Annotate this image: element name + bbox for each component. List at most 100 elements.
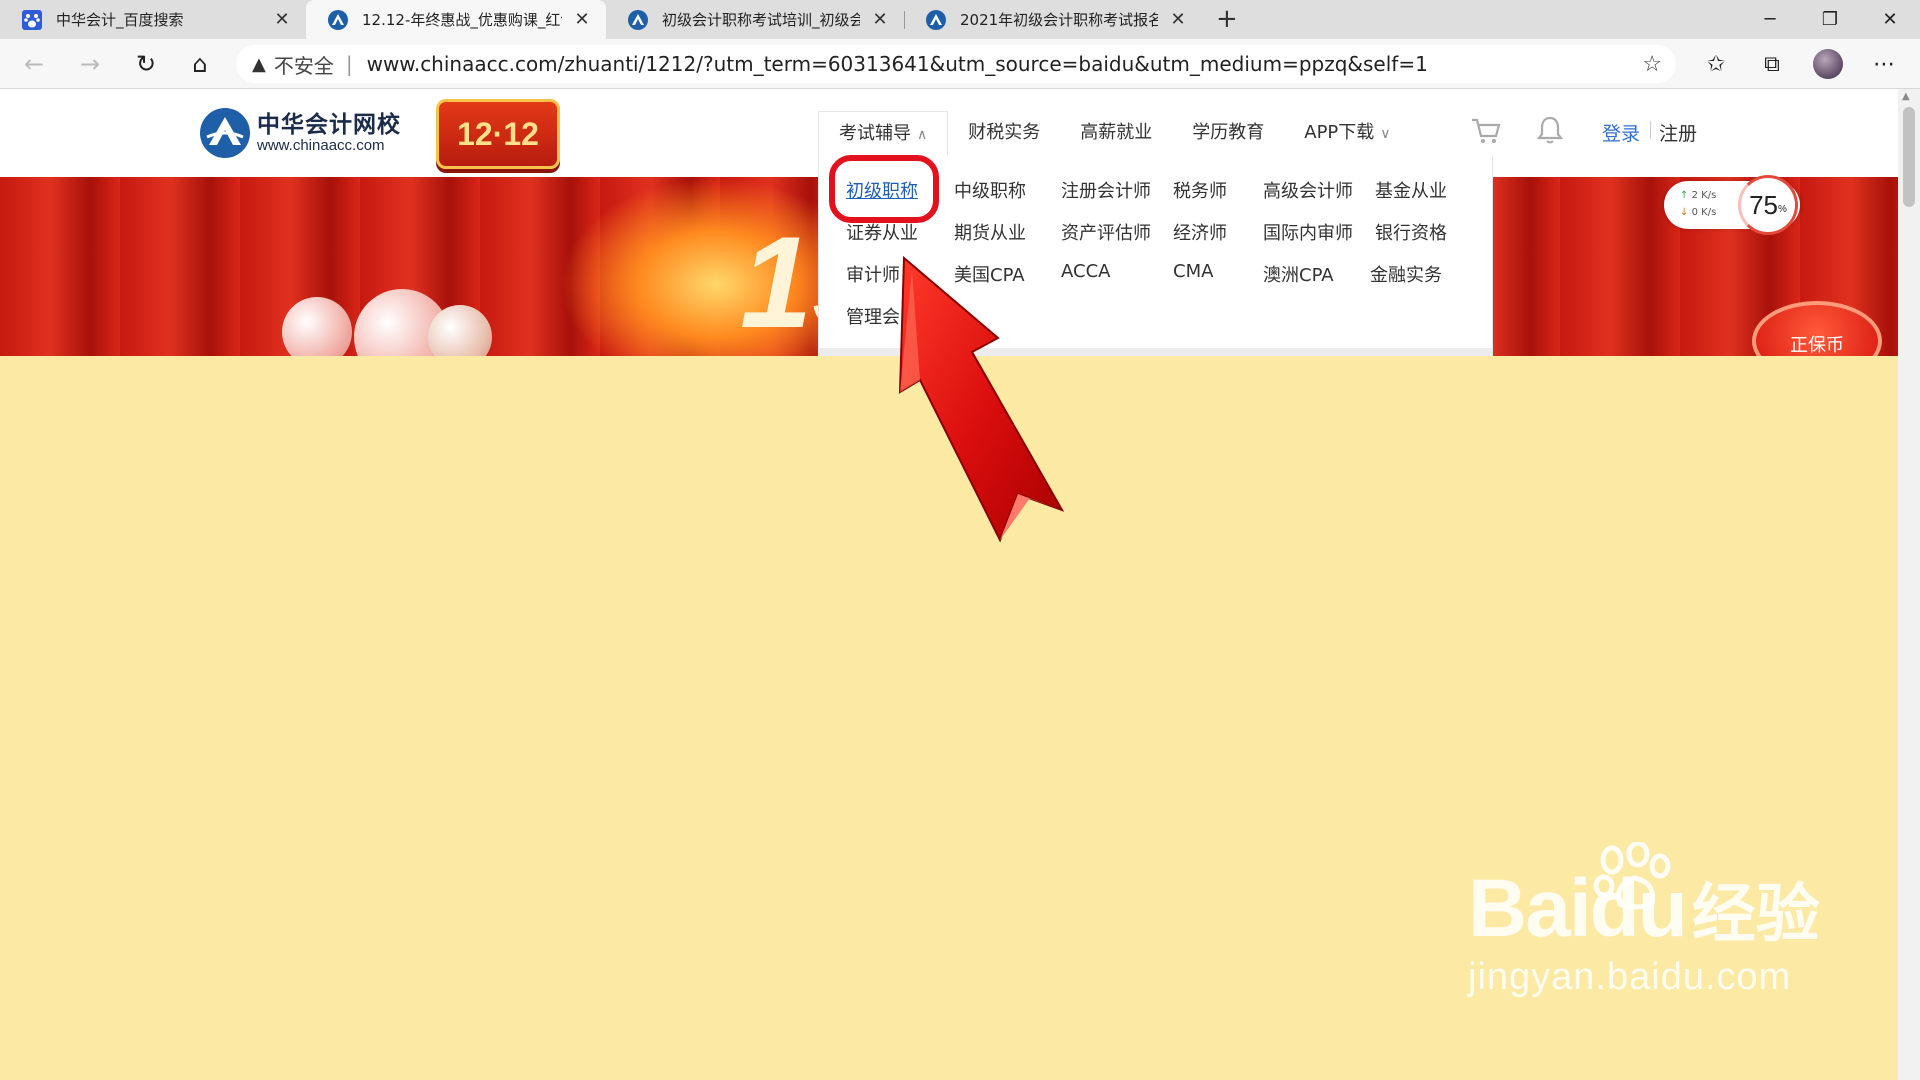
maximize-icon[interactable]: ❐ bbox=[1800, 0, 1860, 39]
home-icon[interactable]: ⌂ bbox=[180, 39, 220, 89]
upload-value: 2 bbox=[1691, 190, 1698, 201]
dropdown-item-au-cpa[interactable]: 澳洲CPA bbox=[1263, 261, 1334, 287]
browser-tab-bar: 中华会计_百度搜索 ✕ 12.12-年终惠战_优惠购课_红包秒 ✕ 初级会计职称… bbox=[0, 0, 1920, 39]
profile-button[interactable] bbox=[1808, 39, 1848, 89]
dropdown-item-cma[interactable]: CMA bbox=[1173, 261, 1213, 282]
new-tab-button[interactable]: + bbox=[1216, 0, 1238, 39]
coin-badge-label: 正保币 bbox=[1790, 335, 1844, 356]
tab-close-icon[interactable]: ✕ bbox=[870, 9, 890, 30]
chevron-up-icon: ∧ bbox=[917, 127, 928, 143]
upload-arrow-icon: ↑ bbox=[1680, 190, 1689, 201]
cart-icon[interactable] bbox=[1470, 117, 1502, 145]
window-controls: ─ ❐ ✕ bbox=[1740, 0, 1920, 39]
dropdown-item-acca[interactable]: ACCA bbox=[1061, 261, 1110, 282]
logo-domain: www.chinaacc.com bbox=[257, 137, 385, 154]
address-bar-row: ← → ↻ ⌂ ▲ 不安全 | www.chinaacc.com/zhuanti… bbox=[0, 39, 1920, 89]
tab-title: 中华会计_百度搜索 bbox=[56, 11, 184, 29]
minimize-icon[interactable]: ─ bbox=[1740, 0, 1800, 39]
browser-tab-baidu-search[interactable]: 中华会计_百度搜索 ✕ bbox=[0, 0, 306, 39]
nav-degree-education[interactable]: 学历教育 bbox=[1172, 111, 1284, 155]
download-unit: K/s bbox=[1701, 207, 1717, 218]
auth-divider bbox=[1650, 121, 1651, 139]
more-menu-icon[interactable]: ⋯ bbox=[1864, 39, 1904, 89]
tab-close-icon[interactable]: ✕ bbox=[572, 9, 592, 30]
login-link[interactable]: 登录 bbox=[1602, 119, 1640, 146]
security-status[interactable]: 不安全 bbox=[274, 50, 334, 79]
upload-speed: ↑ 2 K/s bbox=[1680, 190, 1716, 201]
favorites-icon[interactable]: ✩ bbox=[1696, 39, 1736, 89]
download-value: 0 bbox=[1691, 207, 1698, 218]
browser-tab-active[interactable]: 12.12-年终惠战_优惠购课_红包秒 ✕ bbox=[306, 0, 606, 39]
dropdown-item-cia[interactable]: 国际内审师 bbox=[1263, 219, 1353, 245]
tab-close-icon[interactable]: ✕ bbox=[1168, 9, 1188, 30]
chevron-down-icon: ∨ bbox=[1380, 126, 1391, 142]
dropdown-item-management-accountant[interactable]: 管理会 bbox=[846, 303, 900, 329]
download-arrow-icon: ↓ bbox=[1680, 207, 1689, 218]
coin-badge[interactable]: 正保币 bbox=[1752, 301, 1882, 356]
nav-label: APP下载 bbox=[1304, 122, 1375, 143]
browser-tab-2021-registration[interactable]: 2021年初级会计职称考试报名方 ✕ bbox=[904, 0, 1202, 39]
page-scrollbar[interactable]: ▲ bbox=[1898, 89, 1920, 1080]
dropdown-item-intermediate-title[interactable]: 中级职称 bbox=[954, 177, 1026, 203]
back-arrow-icon[interactable]: ← bbox=[14, 39, 54, 89]
highlight-circle bbox=[829, 155, 939, 223]
dropdown-item-auditor[interactable]: 审计师 bbox=[846, 261, 900, 287]
dropdown-item-finance-practice[interactable]: 金融实务 bbox=[1370, 261, 1442, 287]
scroll-up-icon[interactable]: ▲ bbox=[1902, 91, 1910, 102]
usage-percent-ring: 75% bbox=[1738, 175, 1798, 235]
baidu-paw-icon bbox=[22, 9, 42, 30]
dropdown-item-futures[interactable]: 期货从业 bbox=[954, 219, 1026, 245]
promo-1212-badge[interactable]: 12·12 bbox=[436, 99, 560, 169]
balloon-image bbox=[282, 297, 352, 356]
nav-app-download[interactable]: APP下载 ∨ bbox=[1284, 111, 1410, 155]
chinaacc-icon bbox=[328, 9, 348, 30]
nav-finance-tax[interactable]: 财税实务 bbox=[948, 111, 1060, 155]
dropdown-item-cpa[interactable]: 注册会计师 bbox=[1061, 177, 1151, 203]
tab-title: 12.12-年终惠战_优惠购课_红包秒 bbox=[362, 11, 562, 29]
chinaacc-icon bbox=[628, 9, 648, 30]
register-link[interactable]: 注册 bbox=[1659, 119, 1697, 146]
tab-title: 2021年初级会计职称考试报名方 bbox=[960, 11, 1158, 29]
nav-label: 学历教育 bbox=[1192, 122, 1265, 143]
baidu-paw-watermark-icon bbox=[1593, 842, 1671, 910]
nav-label: 考试辅导 bbox=[839, 123, 911, 144]
dropdown-item-us-cpa[interactable]: 美国CPA bbox=[954, 261, 1025, 287]
usage-percent-value: 75 bbox=[1749, 189, 1778, 220]
refresh-icon[interactable]: ↻ bbox=[126, 39, 166, 89]
chinaacc-logo-icon bbox=[200, 108, 250, 158]
balloon-image bbox=[428, 305, 492, 356]
browser-tab-junior-training[interactable]: 初级会计职称考试培训_初级会计 ✕ bbox=[606, 0, 904, 39]
nav-label: 高薪就业 bbox=[1080, 122, 1153, 143]
chinaacc-icon bbox=[926, 9, 946, 30]
bookmark-star-icon[interactable]: ☆ bbox=[1642, 52, 1662, 77]
upload-unit: K/s bbox=[1701, 190, 1717, 201]
nav-label: 财税实务 bbox=[968, 122, 1041, 143]
dropdown-item-tax-agent[interactable]: 税务师 bbox=[1173, 177, 1227, 203]
tab-close-icon[interactable]: ✕ bbox=[272, 9, 292, 30]
watermark-brand-bai: Bai bbox=[1468, 863, 1592, 954]
dropdown-item-senior-accountant[interactable]: 高级会计师 bbox=[1263, 177, 1353, 203]
forward-arrow-icon[interactable]: → bbox=[70, 39, 110, 89]
collections-icon[interactable]: ⧉ bbox=[1752, 39, 1792, 89]
network-speed-widget[interactable]: ↑ 2 K/s ↓ 0 K/s 75% bbox=[1664, 175, 1800, 235]
main-nav: 考试辅导 ∧ 财税实务 高薪就业 学历教育 APP下载 ∨ bbox=[818, 111, 1411, 178]
warning-icon[interactable]: ▲ bbox=[252, 54, 266, 75]
avatar bbox=[1813, 49, 1843, 79]
tab-title: 初级会计职称考试培训_初级会计 bbox=[662, 11, 860, 29]
dropdown-item-banking[interactable]: 银行资格 bbox=[1375, 219, 1447, 245]
bell-icon[interactable] bbox=[1536, 115, 1564, 145]
download-speed: ↓ 0 K/s bbox=[1680, 207, 1716, 218]
site-logo[interactable]: 中华会计网校 www.chinaacc.com bbox=[199, 107, 401, 159]
nav-high-salary-jobs[interactable]: 高薪就业 bbox=[1060, 111, 1172, 155]
percent-sign: % bbox=[1778, 203, 1787, 215]
window-close-icon[interactable]: ✕ bbox=[1860, 0, 1920, 39]
scrollbar-thumb[interactable] bbox=[1903, 107, 1915, 207]
dropdown-item-fund[interactable]: 基金从业 bbox=[1375, 177, 1447, 203]
dropdown-item-economist[interactable]: 经济师 bbox=[1173, 219, 1227, 245]
watermark-brand-cn: 经验 bbox=[1691, 878, 1820, 950]
url-text[interactable]: www.chinaacc.com/zhuanti/1212/?utm_term=… bbox=[367, 52, 1676, 76]
baidu-jingyan-watermark: Baidu经验 jingyan.baidu.com bbox=[1468, 842, 1820, 999]
url-field[interactable]: ▲ 不安全 | www.chinaacc.com/zhuanti/1212/?u… bbox=[236, 45, 1676, 83]
logo-title: 中华会计网校 bbox=[257, 112, 401, 138]
dropdown-item-asset-appraiser[interactable]: 资产评估师 bbox=[1061, 219, 1151, 245]
